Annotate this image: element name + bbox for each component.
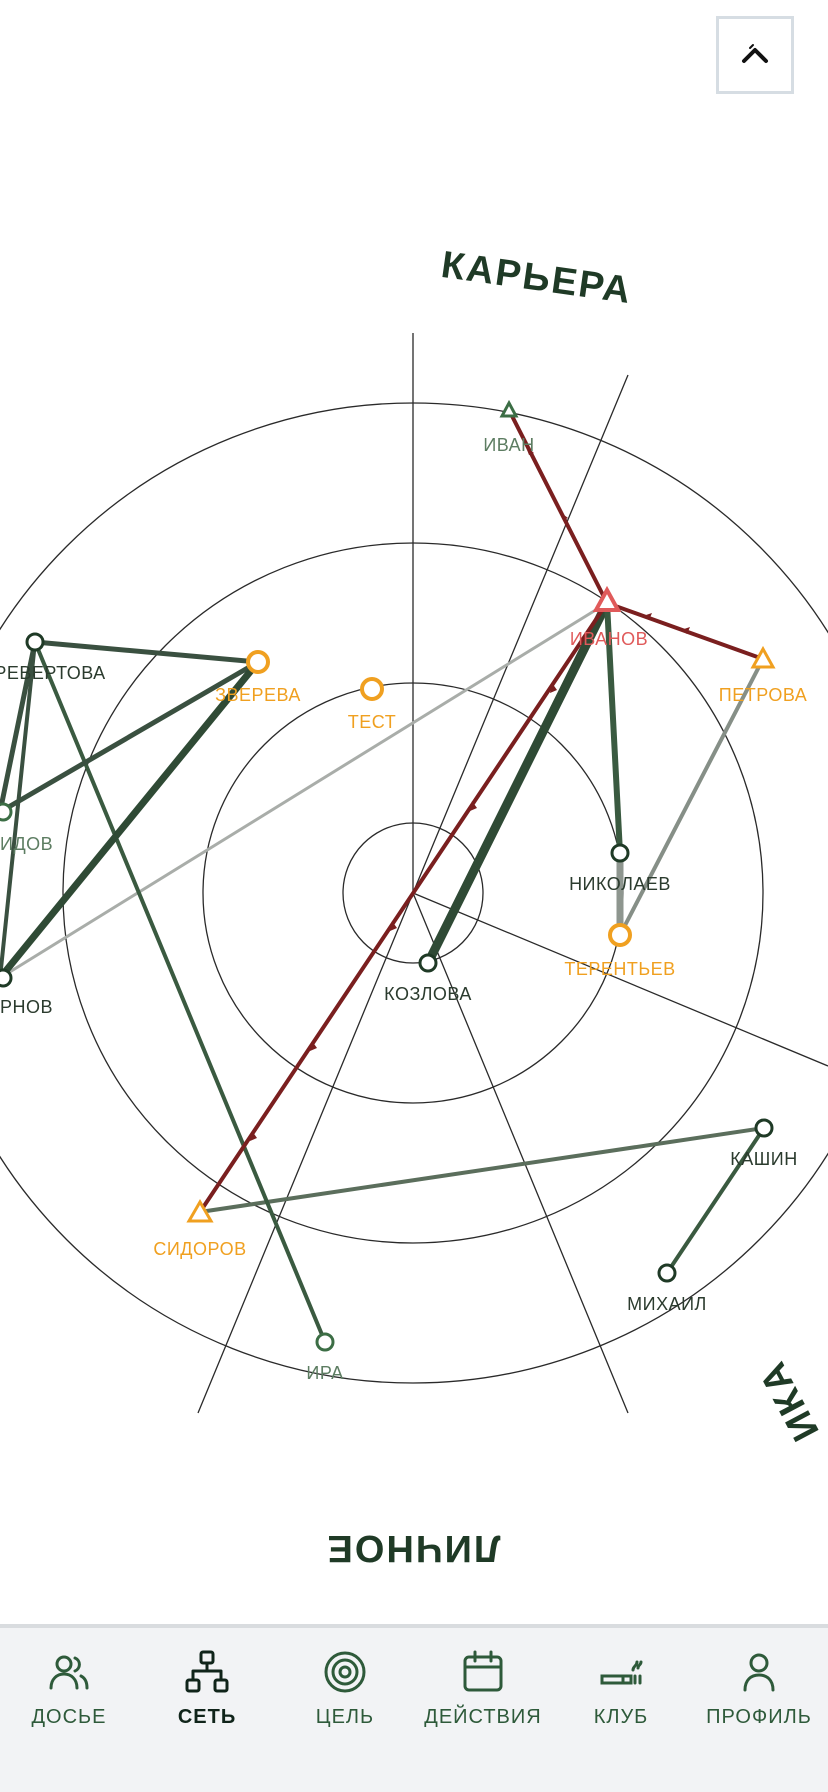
link-line [0,658,262,982]
node-test[interactable]: ТЕСТ [348,677,396,732]
node-label: МИХАИЛ [627,1294,707,1314]
node-label: СИДОРОВ [153,1239,246,1259]
sector-title-personal: ЛИЧНОЕ [325,1527,500,1569]
circle-marker [754,1118,774,1138]
node-label: ИДОВ [0,834,53,854]
tab-label: СЕТЬ [177,1706,237,1728]
target-icon [324,1651,366,1693]
network-map[interactable]: КАРЬЕРА ЛИЧНОЕ ИКА ИВАН ИВАНОВ ПЕТРОВА З… [0,0,828,1624]
node-label: ПЕТРОВА [719,685,807,705]
circle-marker [315,1332,335,1352]
node-label: ИВАНОВ [570,629,648,649]
chevron-up-icon [742,44,768,63]
triangle-marker [592,585,622,612]
collapse-button[interactable] [716,16,794,94]
tab-label: ДЕЙСТВИЯ [424,1706,542,1728]
tab-label: ПРОФИЛЬ [706,1706,812,1728]
tab-goal[interactable]: ЦЕЛЬ [276,1628,414,1792]
circle-marker [0,968,13,988]
bottom-tab-bar: ДОСЬЕ СЕТЬ ЦЕЛЬ ДЕЙСТВИЯ КЛУБ ПРОФИЛЬ [0,1624,828,1792]
cigar-icon [600,1660,643,1685]
node-sidorov[interactable]: СИДОРОВ [153,1199,246,1259]
tab-label: ЦЕЛЬ [315,1706,375,1728]
tab-label: ДОСЬЕ [31,1706,107,1728]
circle-marker [25,632,45,652]
node-label: ИВАН [483,435,534,455]
node-terentev[interactable]: ТЕРЕНТЬЕВ [564,923,675,979]
node-kozlova[interactable]: КОЗЛОВА [384,953,472,1004]
node-petrova[interactable]: ПЕТРОВА [719,645,807,705]
tab-label: КЛУБ [593,1706,649,1728]
tab-dossier[interactable]: ДОСЬЕ [0,1628,138,1792]
link-line [32,639,261,665]
tab-club[interactable]: КЛУБ [552,1628,690,1792]
node-mikhail[interactable]: МИХАИЛ [627,1263,707,1314]
node-label: РЕВЕРТОВА [0,663,106,683]
node-label: ИРА [306,1363,343,1383]
node-ivan[interactable]: ИВАН [483,399,534,455]
sector-title-right: ИКА [751,1354,827,1448]
node-label: ТЕСТ [348,712,396,732]
divider-bottom-left [197,892,414,1414]
user-icon [743,1653,775,1692]
triangle-marker [499,399,519,418]
node-label: ЗВЕРЕВА [215,685,301,705]
tab-actions[interactable]: ДЕЙСТВИЯ [414,1628,552,1792]
link-line [33,640,327,1344]
sector-title-career: КАРЬЕРА [439,244,635,312]
circle-marker [610,843,630,863]
node-rnov[interactable]: РНОВ [0,968,53,1017]
node-label: КОЗЛОВА [384,984,472,1004]
circle-marker [418,953,438,973]
node-label: КАШИН [730,1149,797,1169]
tab-network[interactable]: СЕТЬ [138,1628,276,1792]
circle-marker [608,923,632,947]
circle-marker [0,802,13,822]
node-kashin[interactable]: КАШИН [730,1118,797,1169]
node-ira[interactable]: ИРА [306,1332,343,1383]
network-icon [185,1650,229,1693]
circle-marker [657,1263,677,1283]
node-sidov[interactable]: ИДОВ [0,802,53,854]
circle-marker [246,650,270,674]
circle-marker [360,677,384,701]
node-label: НИКОЛАЕВ [569,874,671,894]
node-label: ТЕРЕНТЬЕВ [564,959,675,979]
tab-profile[interactable]: ПРОФИЛЬ [690,1628,828,1792]
node-label: РНОВ [0,997,53,1017]
calendar-icon [463,1650,503,1692]
sector-dividers [197,333,828,1414]
link-line [198,1126,766,1214]
users-icon [49,1655,89,1690]
